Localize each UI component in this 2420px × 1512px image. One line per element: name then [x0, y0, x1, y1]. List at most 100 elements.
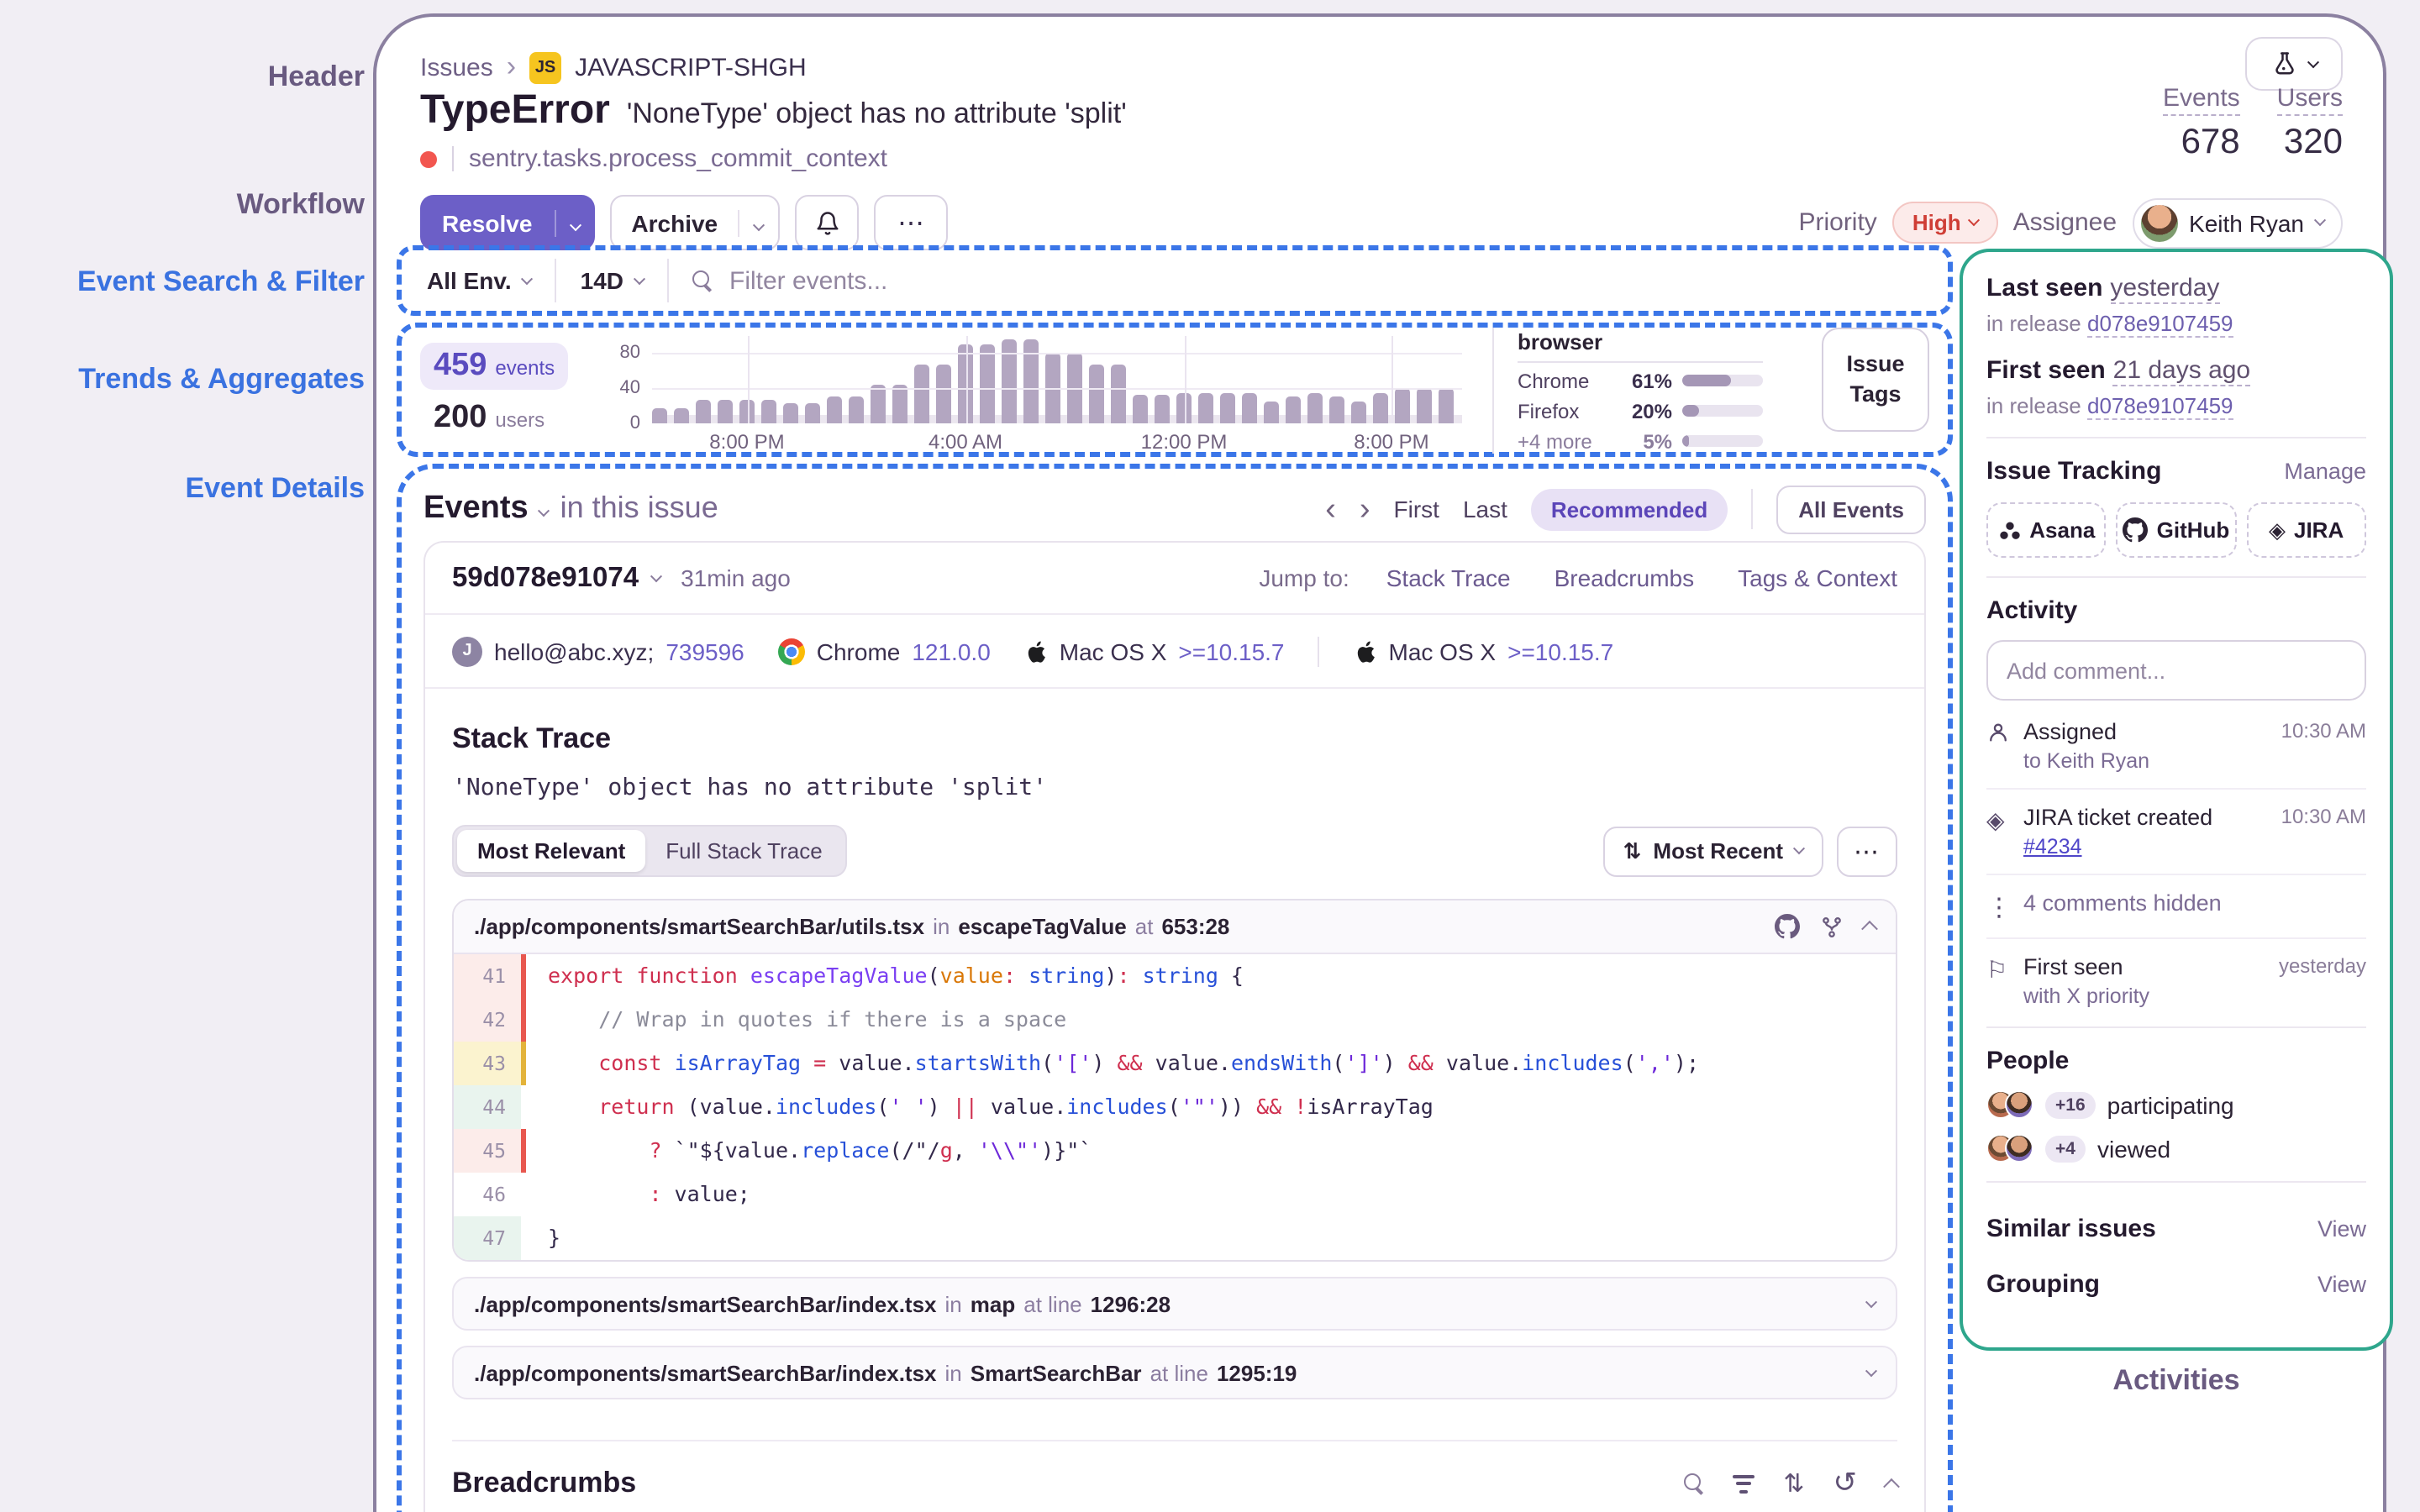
stack-frame-collapsed[interactable]: ./app/components/smartSearchBar/index.ts… [452, 1277, 1897, 1331]
release-link[interactable]: d078e9107459 [2087, 393, 2233, 420]
event-id-dropdown[interactable]: 59d078e91074 [452, 562, 663, 594]
stat-label[interactable]: Users [2276, 84, 2343, 116]
first-event-link[interactable]: First [1394, 496, 1439, 522]
breadcrumb-issues[interactable]: Issues [420, 53, 493, 81]
jump-link-stack-trace[interactable]: Stack Trace [1386, 564, 1511, 591]
archive-dropdown[interactable] [738, 209, 778, 236]
frame-expand[interactable] [1865, 1295, 1878, 1308]
chart-bar [871, 385, 886, 423]
view-link[interactable]: View [2317, 1272, 2366, 1297]
filter-events-input[interactable] [729, 266, 1933, 295]
divider [1986, 1181, 2366, 1183]
chart-bars [652, 336, 1462, 423]
header-stats: Events 678 Users 320 [2162, 84, 2343, 163]
breadcrumbs-time-button[interactable]: ↺ [1833, 1467, 1858, 1500]
browser-percent: 5% [1643, 429, 1672, 453]
git-branch-icon[interactable] [1820, 915, 1844, 938]
environment-value: All Env. [427, 267, 512, 294]
manage-link[interactable]: Manage [2284, 459, 2366, 484]
issue-tags-button[interactable]: Issue Tags [1822, 327, 1929, 431]
breadcrumbs-toolbar: ⇅ ↺ [1684, 1467, 1900, 1500]
culprit-path[interactable]: sentry.tasks.process_commit_context [469, 144, 887, 173]
view-link[interactable]: View [2317, 1216, 2366, 1242]
tab-full-stack-trace[interactable]: Full Stack Trace [645, 830, 842, 872]
events-dropdown[interactable]: Events in this issue [424, 491, 718, 528]
browser-bar-track [1682, 375, 1763, 386]
tag-value-link[interactable]: 121.0.0 [912, 638, 990, 664]
tag-value-link[interactable]: 739596 [666, 638, 744, 664]
avatar [2005, 1090, 2033, 1119]
stat-users: Users 320 [2276, 84, 2343, 163]
gridline [652, 388, 1462, 391]
code-token: )) [1218, 1094, 1257, 1119]
tag-value-link[interactable]: >=10.15.7 [1178, 638, 1284, 664]
chevron-down-icon [538, 505, 550, 517]
integration-asana-button[interactable]: Asana [1986, 502, 2107, 558]
last-event-link[interactable]: Last [1463, 496, 1507, 522]
integration-buttons: Asana GitHub ◈ JIRA [1986, 502, 2366, 558]
chart-bar [1133, 395, 1148, 423]
stack-trace-more-button[interactable]: ⋯ [1837, 826, 1897, 876]
chart-bar [1242, 393, 1257, 423]
sort-button[interactable]: ⇅ Most Recent [1602, 826, 1823, 876]
stack-frame-collapsed[interactable]: ./app/components/smartSearchBar/index.ts… [452, 1346, 1897, 1399]
people-count-badge[interactable]: +16 [2045, 1091, 2096, 1118]
chevron-up-icon[interactable] [1861, 920, 1878, 937]
environment-select[interactable]: All Env. [417, 267, 555, 294]
subscribe-bell-button[interactable] [795, 195, 860, 250]
archive-button[interactable]: Archive [609, 195, 781, 250]
chart-bar [1329, 396, 1344, 423]
release-link[interactable]: d078e9107459 [2087, 311, 2233, 338]
asana-icon [1997, 518, 2021, 542]
github-icon[interactable] [1775, 914, 1800, 939]
code-token: . [1509, 1050, 1523, 1075]
breadcrumb-project[interactable]: JAVASCRIPT-SHGH [575, 53, 807, 81]
chevron-down-icon [1865, 1364, 1878, 1377]
code-token: '[' [1054, 1050, 1092, 1075]
stack-frame-header[interactable]: ./app/components/smartSearchBar/utils.ts… [454, 900, 1896, 954]
date-range-select[interactable]: 14D [557, 267, 667, 294]
experiment-flask-button[interactable] [2245, 37, 2343, 91]
event-tag: Chrome 121.0.0 [777, 638, 991, 664]
resolve-label[interactable]: Resolve [420, 209, 554, 236]
ticket-link[interactable]: #4234 [2023, 835, 2082, 858]
recommended-event-pill[interactable]: Recommended [1530, 488, 1728, 530]
breadcrumbs-search-button[interactable] [1684, 1473, 1704, 1494]
add-comment-input[interactable] [2007, 658, 2346, 683]
jump-to-label: Jump to: [1259, 564, 1349, 591]
assignee-select[interactable]: Keith Ryan [2132, 197, 2343, 248]
chart-bar [1002, 339, 1017, 423]
archive-label[interactable]: Archive [611, 209, 738, 236]
apple-icon [1024, 638, 1048, 664]
breadcrumbs-sort-button[interactable]: ⇅ [1783, 1468, 1804, 1499]
code-text: } [526, 1216, 1896, 1260]
integration-jira-button[interactable]: ◈ JIRA [2246, 502, 2366, 558]
all-events-button[interactable]: All Events [1776, 485, 1926, 533]
priority-select[interactable]: High [1891, 202, 1998, 244]
code-token: value; [661, 1181, 750, 1206]
first-seen-value[interactable]: 21 days ago [2112, 356, 2251, 386]
previous-event-button[interactable]: ‹ [1325, 493, 1336, 525]
resolve-dropdown[interactable] [554, 209, 594, 236]
integration-github-button[interactable]: GitHub [2116, 502, 2237, 558]
jump-link-tags-context[interactable]: Tags & Context [1738, 564, 1897, 591]
tag-value-link[interactable]: >=10.15.7 [1507, 638, 1613, 664]
last-seen-value[interactable]: yesterday [2110, 274, 2220, 304]
resolve-button[interactable]: Resolve [420, 195, 595, 250]
annotation-header: Header [267, 60, 365, 92]
more-actions-button[interactable]: ⋯ [874, 195, 949, 250]
frame-file-path[interactable]: ./app/components/smartSearchBar/utils.ts… [474, 914, 924, 939]
people-count-badge[interactable]: +4 [2045, 1135, 2086, 1162]
line-number: 41 [454, 954, 521, 998]
tab-most-relevant[interactable]: Most Relevant [457, 830, 646, 872]
activity-item[interactable]: ⋮ 4 comments hidden [1986, 874, 2366, 922]
frame-expand[interactable] [1865, 1364, 1878, 1377]
breadcrumbs-filter-button[interactable] [1733, 1474, 1755, 1493]
next-event-button[interactable]: › [1360, 493, 1370, 525]
jump-link-breadcrumbs[interactable]: Breadcrumbs [1555, 564, 1695, 591]
events-count-pill[interactable]: 459 events [420, 343, 569, 390]
events-title: Events [424, 491, 529, 526]
browser-bar-fill [1682, 405, 1699, 417]
chevron-up-icon[interactable] [1883, 1477, 1900, 1494]
stat-label[interactable]: Events [2162, 84, 2240, 116]
